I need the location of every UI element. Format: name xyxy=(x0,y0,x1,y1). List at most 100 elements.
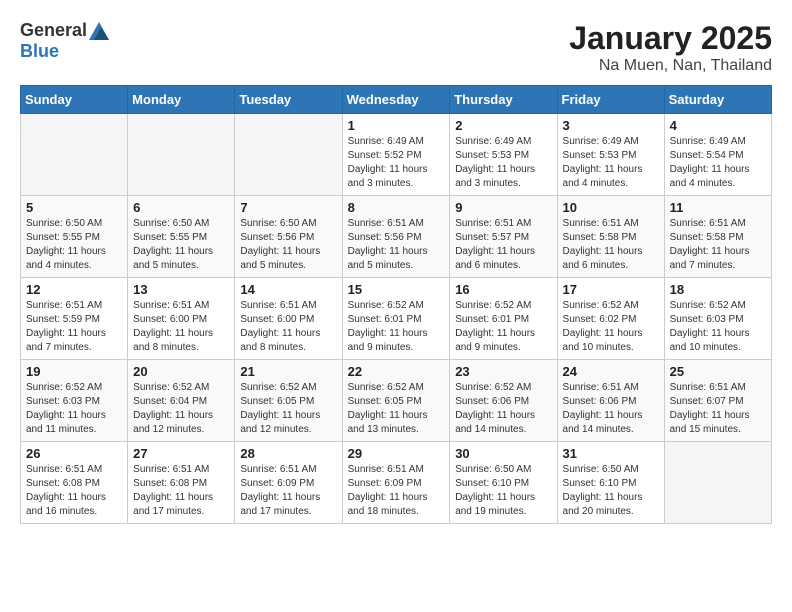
day-number: 5 xyxy=(26,200,122,215)
logo-general-text: General xyxy=(20,20,87,41)
calendar-title: January 2025 xyxy=(569,20,772,57)
calendar-cell: 17 Sunrise: 6:52 AM Sunset: 6:02 PM Dayli… xyxy=(557,278,664,360)
calendar-cell: 18Sunrise: 6:52 AM Sunset: 6:03 PM Dayli… xyxy=(664,278,771,360)
logo-blue-text: Blue xyxy=(20,41,59,61)
calendar-cell: 23 Sunrise: 6:52 AM Sunset: 6:06 PM Dayli… xyxy=(450,360,557,442)
day-info: Sunrise: 6:52 AM Sunset: 6:04 PM Dayligh… xyxy=(133,381,229,437)
day-info: Sunrise: 6:51 AM Sunset: 6:09 PM Dayligh… xyxy=(240,463,336,519)
day-info: Sunrise: 6:49 AM Sunset: 5:54 PM Dayligh… xyxy=(670,135,766,191)
calendar-cell: 14Sunrise: 6:51 AM Sunset: 6:00 PM Dayli… xyxy=(235,278,342,360)
weekday-header-friday: Friday xyxy=(557,86,664,114)
calendar-cell: 10 Sunrise: 6:51 AM Sunset: 5:58 PM Dayli… xyxy=(557,196,664,278)
week-row-3: 12 Sunrise: 6:51 AM Sunset: 5:59 PM Dayli… xyxy=(21,278,772,360)
calendar-cell: 27 Sunrise: 6:51 AM Sunset: 6:08 PM Dayli… xyxy=(128,442,235,524)
calendar-cell: 28Sunrise: 6:51 AM Sunset: 6:09 PM Dayli… xyxy=(235,442,342,524)
day-info: Sunrise: 6:51 AM Sunset: 6:08 PM Dayligh… xyxy=(26,463,122,519)
calendar-cell xyxy=(235,114,342,196)
calendar-cell: 6 Sunrise: 6:50 AM Sunset: 5:55 PM Daylig… xyxy=(128,196,235,278)
calendar-cell: 29Sunrise: 6:51 AM Sunset: 6:09 PM Dayli… xyxy=(342,442,450,524)
calendar-cell: 25Sunrise: 6:51 AM Sunset: 6:07 PM Dayli… xyxy=(664,360,771,442)
day-number: 8 xyxy=(348,200,445,215)
weekday-header-monday: Monday xyxy=(128,86,235,114)
day-number: 12 xyxy=(26,282,122,297)
day-number: 19 xyxy=(26,364,122,379)
title-block: January 2025 Na Muen, Nan, Thailand xyxy=(569,20,772,75)
day-info: Sunrise: 6:50 AM Sunset: 6:10 PM Dayligh… xyxy=(563,463,659,519)
calendar-cell: 31 Sunrise: 6:50 AM Sunset: 6:10 PM Dayli… xyxy=(557,442,664,524)
day-number: 4 xyxy=(670,118,766,133)
day-info: Sunrise: 6:52 AM Sunset: 6:06 PM Dayligh… xyxy=(455,381,551,437)
day-info: Sunrise: 6:51 AM Sunset: 6:08 PM Dayligh… xyxy=(133,463,229,519)
day-number: 10 xyxy=(563,200,659,215)
weekday-header-tuesday: Tuesday xyxy=(235,86,342,114)
calendar-cell: 2Sunrise: 6:49 AM Sunset: 5:53 PM Daylig… xyxy=(450,114,557,196)
day-number: 31 xyxy=(563,446,659,461)
day-info: Sunrise: 6:51 AM Sunset: 5:59 PM Dayligh… xyxy=(26,299,122,355)
calendar-cell: 5 Sunrise: 6:50 AM Sunset: 5:55 PM Daylig… xyxy=(21,196,128,278)
logo: General Blue xyxy=(20,20,109,62)
day-number: 18 xyxy=(670,282,766,297)
calendar-cell: 21 Sunrise: 6:52 AM Sunset: 6:05 PM Dayli… xyxy=(235,360,342,442)
day-info: Sunrise: 6:52 AM Sunset: 6:01 PM Dayligh… xyxy=(455,299,551,355)
day-info: Sunrise: 6:51 AM Sunset: 6:00 PM Dayligh… xyxy=(240,299,336,355)
calendar-cell: 12 Sunrise: 6:51 AM Sunset: 5:59 PM Dayli… xyxy=(21,278,128,360)
week-row-5: 26Sunrise: 6:51 AM Sunset: 6:08 PM Dayli… xyxy=(21,442,772,524)
day-info: Sunrise: 6:51 AM Sunset: 6:09 PM Dayligh… xyxy=(348,463,445,519)
calendar-cell: 7Sunrise: 6:50 AM Sunset: 5:56 PM Daylig… xyxy=(235,196,342,278)
calendar-table: SundayMondayTuesdayWednesdayThursdayFrid… xyxy=(20,85,772,524)
day-number: 23 xyxy=(455,364,551,379)
day-info: Sunrise: 6:49 AM Sunset: 5:53 PM Dayligh… xyxy=(563,135,659,191)
day-info: Sunrise: 6:50 AM Sunset: 5:55 PM Dayligh… xyxy=(133,217,229,273)
day-info: Sunrise: 6:51 AM Sunset: 6:06 PM Dayligh… xyxy=(563,381,659,437)
calendar-cell: 3 Sunrise: 6:49 AM Sunset: 5:53 PM Daylig… xyxy=(557,114,664,196)
calendar-cell: 19Sunrise: 6:52 AM Sunset: 6:03 PM Dayli… xyxy=(21,360,128,442)
day-number: 1 xyxy=(348,118,445,133)
day-number: 3 xyxy=(563,118,659,133)
weekday-header-sunday: Sunday xyxy=(21,86,128,114)
day-number: 6 xyxy=(133,200,229,215)
day-info: Sunrise: 6:51 AM Sunset: 5:56 PM Dayligh… xyxy=(348,217,445,273)
calendar-cell: 11 Sunrise: 6:51 AM Sunset: 5:58 PM Dayli… xyxy=(664,196,771,278)
calendar-cell: 4 Sunrise: 6:49 AM Sunset: 5:54 PM Daylig… xyxy=(664,114,771,196)
day-info: Sunrise: 6:51 AM Sunset: 5:58 PM Dayligh… xyxy=(563,217,659,273)
calendar-cell: 15Sunrise: 6:52 AM Sunset: 6:01 PM Dayli… xyxy=(342,278,450,360)
day-number: 20 xyxy=(133,364,229,379)
calendar-cell: 22Sunrise: 6:52 AM Sunset: 6:05 PM Dayli… xyxy=(342,360,450,442)
week-row-4: 19Sunrise: 6:52 AM Sunset: 6:03 PM Dayli… xyxy=(21,360,772,442)
calendar-cell: 16Sunrise: 6:52 AM Sunset: 6:01 PM Dayli… xyxy=(450,278,557,360)
calendar-cell: 9Sunrise: 6:51 AM Sunset: 5:57 PM Daylig… xyxy=(450,196,557,278)
weekday-header-wednesday: Wednesday xyxy=(342,86,450,114)
calendar-cell: 30 Sunrise: 6:50 AM Sunset: 6:10 PM Dayli… xyxy=(450,442,557,524)
day-info: Sunrise: 6:51 AM Sunset: 6:00 PM Dayligh… xyxy=(133,299,229,355)
day-number: 30 xyxy=(455,446,551,461)
calendar-cell: 8 Sunrise: 6:51 AM Sunset: 5:56 PM Daylig… xyxy=(342,196,450,278)
weekday-header-row: SundayMondayTuesdayWednesdayThursdayFrid… xyxy=(21,86,772,114)
day-number: 13 xyxy=(133,282,229,297)
day-number: 21 xyxy=(240,364,336,379)
day-number: 2 xyxy=(455,118,551,133)
page-header: General Blue January 2025 Na Muen, Nan, … xyxy=(20,20,772,75)
day-info: Sunrise: 6:50 AM Sunset: 6:10 PM Dayligh… xyxy=(455,463,551,519)
calendar-cell xyxy=(128,114,235,196)
logo-icon xyxy=(89,22,109,40)
day-number: 11 xyxy=(670,200,766,215)
calendar-cell: 24 Sunrise: 6:51 AM Sunset: 6:06 PM Dayli… xyxy=(557,360,664,442)
day-info: Sunrise: 6:52 AM Sunset: 6:05 PM Dayligh… xyxy=(240,381,336,437)
day-number: 17 xyxy=(563,282,659,297)
day-info: Sunrise: 6:51 AM Sunset: 6:07 PM Dayligh… xyxy=(670,381,766,437)
calendar-cell xyxy=(664,442,771,524)
day-info: Sunrise: 6:49 AM Sunset: 5:52 PM Dayligh… xyxy=(348,135,445,191)
day-number: 27 xyxy=(133,446,229,461)
calendar-subtitle: Na Muen, Nan, Thailand xyxy=(569,57,772,75)
calendar-header: SundayMondayTuesdayWednesdayThursdayFrid… xyxy=(21,86,772,114)
weekday-header-thursday: Thursday xyxy=(450,86,557,114)
day-info: Sunrise: 6:52 AM Sunset: 6:05 PM Dayligh… xyxy=(348,381,445,437)
weekday-header-saturday: Saturday xyxy=(664,86,771,114)
day-info: Sunrise: 6:50 AM Sunset: 5:55 PM Dayligh… xyxy=(26,217,122,273)
day-number: 24 xyxy=(563,364,659,379)
week-row-2: 5 Sunrise: 6:50 AM Sunset: 5:55 PM Daylig… xyxy=(21,196,772,278)
day-info: Sunrise: 6:52 AM Sunset: 6:02 PM Dayligh… xyxy=(563,299,659,355)
day-info: Sunrise: 6:51 AM Sunset: 5:58 PM Dayligh… xyxy=(670,217,766,273)
calendar-body: 1 Sunrise: 6:49 AM Sunset: 5:52 PM Daylig… xyxy=(21,114,772,524)
day-info: Sunrise: 6:52 AM Sunset: 6:01 PM Dayligh… xyxy=(348,299,445,355)
